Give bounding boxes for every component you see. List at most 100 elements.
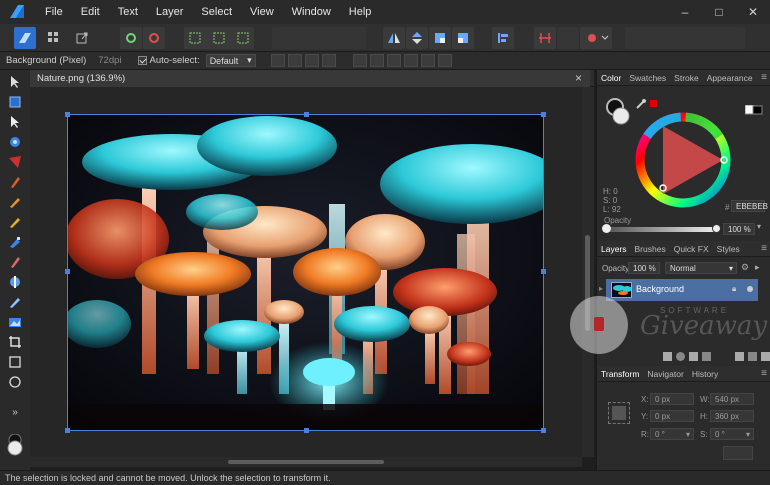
h-input[interactable]: 360 px [710, 410, 754, 422]
align-center-icon[interactable] [369, 54, 384, 67]
fx-icon[interactable] [689, 352, 698, 361]
align-top-icon[interactable] [403, 54, 418, 67]
clone-tool-icon[interactable] [7, 254, 23, 270]
document-image[interactable] [67, 114, 544, 431]
tab-history[interactable]: History [688, 366, 722, 382]
swap-colors-icon[interactable] [744, 104, 763, 118]
pen-tool-icon[interactable] [7, 174, 23, 190]
transform-lock-button[interactable] [723, 446, 753, 460]
tab-transform[interactable]: Transform [597, 366, 643, 382]
place-image-tool-icon[interactable] [7, 314, 23, 330]
shear-input[interactable]: 0 ° ▾ [710, 428, 754, 440]
force-pixel-alignment-icon[interactable] [580, 27, 612, 49]
menu-file[interactable]: File [36, 0, 72, 24]
auto-select-dropdown[interactable]: Default ▾ [205, 54, 256, 67]
export-persona-icon[interactable] [71, 27, 93, 49]
ellipse-tool-icon[interactable] [7, 374, 23, 390]
align-icon[interactable] [492, 27, 514, 49]
close-document-icon[interactable]: × [575, 71, 582, 85]
lock-icon[interactable]: 🔒︎ [732, 284, 736, 294]
opacity-slider-start[interactable] [602, 224, 611, 233]
layer-settings-gear-icon[interactable]: ⚙ [741, 262, 749, 273]
menu-help[interactable]: Help [340, 0, 381, 24]
opacity-slider-thumb[interactable] [712, 224, 721, 233]
dodge-tool-icon[interactable] [7, 274, 23, 290]
tab-layers[interactable]: Layers [597, 241, 631, 257]
menu-select[interactable]: Select [192, 0, 241, 24]
layer-options-icon[interactable]: ▸ [755, 262, 760, 273]
x-input[interactable]: 0 px [650, 393, 694, 405]
smudge-tool-icon[interactable] [7, 214, 23, 230]
color-wheel[interactable] [635, 112, 731, 211]
new-pixel-layer-icon[interactable] [735, 352, 744, 361]
layers-panel-menu-icon[interactable]: ≡ [761, 241, 767, 257]
menu-view[interactable]: View [241, 0, 283, 24]
layer-row-background[interactable]: Background 🔒︎ [606, 279, 758, 301]
transform-origin-icon[interactable] [270, 54, 285, 67]
panel-menu-icon[interactable]: ≡ [761, 70, 767, 86]
vertical-scrollbar[interactable] [582, 87, 594, 457]
color-picker-tool-icon[interactable] [7, 134, 23, 150]
settings-gear-icon[interactable] [120, 27, 142, 49]
tab-styles[interactable]: Styles [713, 241, 744, 257]
duplicate-layer-icon[interactable] [748, 352, 757, 361]
layer-expand-icon[interactable]: ▸ [599, 284, 603, 293]
flip-horizontal-icon[interactable] [383, 27, 405, 49]
transform-panel-menu-icon[interactable]: ≡ [761, 366, 767, 382]
opacity-slider[interactable] [607, 227, 717, 232]
layer-opacity-input[interactable]: 100 % [628, 262, 660, 274]
minimize-button[interactable]: – [668, 0, 702, 24]
anchor-selector[interactable] [608, 402, 630, 424]
transform-grid-icon[interactable] [304, 54, 319, 67]
document-tab[interactable]: Nature.png (136.9%) × [30, 70, 590, 87]
flip-vertical-icon[interactable] [406, 27, 428, 49]
opacity-input[interactable]: 100 % [723, 223, 755, 235]
tab-color[interactable]: Color [597, 70, 625, 86]
more-tools-icon[interactable]: » [7, 404, 23, 420]
tab-stroke[interactable]: Stroke [670, 70, 703, 86]
liquify-persona-icon[interactable] [43, 27, 65, 49]
brush-tool-icon[interactable] [7, 194, 23, 210]
align-left-icon[interactable] [352, 54, 367, 67]
rotate-left-icon[interactable] [429, 27, 451, 49]
menu-window[interactable]: Window [283, 0, 340, 24]
tab-brushes[interactable]: Brushes [631, 241, 670, 257]
opacity-dropdown-icon[interactable]: ▾ [757, 222, 761, 231]
blend-mode-dropdown[interactable]: Normal ▾ [665, 262, 737, 274]
w-input[interactable]: 540 px [710, 393, 754, 405]
rectangle-tool-icon[interactable] [7, 354, 23, 370]
tab-navigator[interactable]: Navigator [643, 366, 687, 382]
hex-input[interactable]: EBEBEB [731, 200, 768, 212]
horizontal-scroll-thumb[interactable] [228, 460, 384, 464]
align-middle-icon[interactable] [420, 54, 435, 67]
flood-select-tool-icon[interactable] [7, 154, 23, 170]
develop-gear-icon[interactable] [143, 27, 165, 49]
align-right-icon[interactable] [386, 54, 401, 67]
maximize-button[interactable]: □ [702, 0, 736, 24]
fill-stroke-swatch[interactable] [605, 98, 635, 129]
delete-layer-icon[interactable] [761, 352, 770, 361]
menu-text[interactable]: Text [109, 0, 147, 24]
marquee-tool-icon[interactable] [7, 94, 23, 110]
photo-persona-icon[interactable] [14, 27, 36, 49]
mask-layer-icon[interactable] [663, 352, 672, 361]
horizontal-scrollbar[interactable] [30, 457, 582, 467]
crop-tool-icon[interactable] [7, 334, 23, 350]
move-tool-icon[interactable] [7, 74, 23, 90]
visibility-dot-icon[interactable] [747, 286, 753, 292]
adjustment-layer-icon[interactable] [676, 352, 685, 361]
new-group-icon[interactable] [702, 352, 711, 361]
tab-swatches[interactable]: Swatches [625, 70, 670, 86]
align-bottom-icon[interactable] [437, 54, 452, 67]
assistant-icon[interactable] [557, 27, 579, 49]
rotate-right-icon[interactable] [452, 27, 474, 49]
auto-select-checkbox[interactable] [137, 56, 147, 65]
tab-appearance[interactable]: Appearance [703, 70, 757, 86]
rotation-input[interactable]: 0 ° ▾ [650, 428, 694, 440]
color-swatch-icon[interactable] [6, 434, 24, 456]
eyedropper-icon[interactable] [635, 98, 647, 113]
current-color-chip[interactable] [650, 100, 657, 107]
transform-handles-icon[interactable] [287, 54, 302, 67]
tab-quick-fx[interactable]: Quick FX [670, 241, 713, 257]
menu-layer[interactable]: Layer [147, 0, 193, 24]
